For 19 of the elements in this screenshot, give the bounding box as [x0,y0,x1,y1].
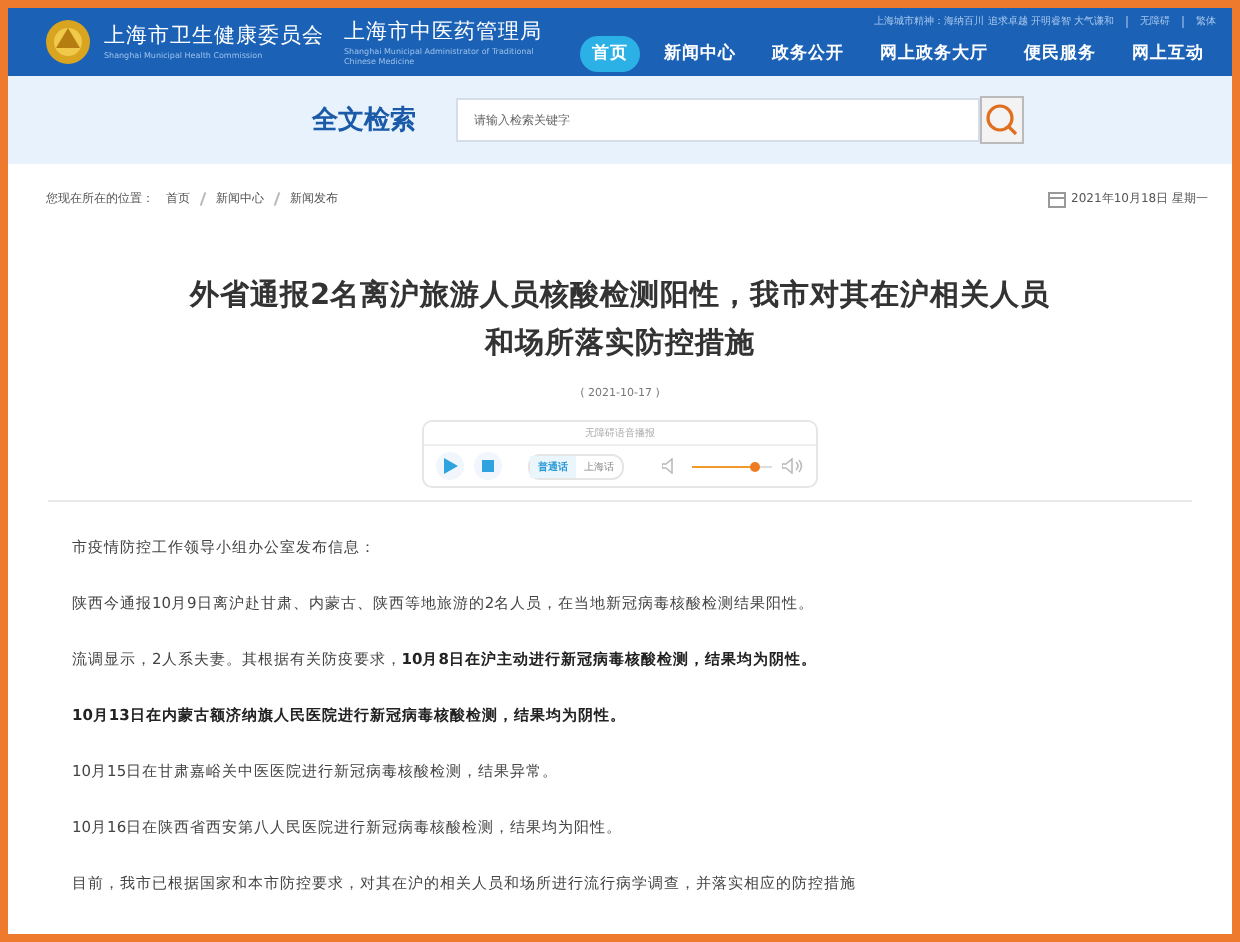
site-title: 上海市卫生健康委员会 [104,24,324,50]
stop-button[interactable] [474,452,502,480]
volume-high-icon [782,458,804,474]
emblem-icon [44,18,92,66]
article-title: 和场所落实防控措施 [485,325,755,364]
calendar-icon [1047,189,1066,207]
nav-tab[interactable]: 网上政务大厅 [868,36,1000,72]
volume-low-icon [662,458,678,474]
search-button[interactable] [980,96,1024,144]
site-title: 上海市中医药管理局 [344,19,542,45]
nav-tab[interactable]: 网上互动 [1120,36,1216,72]
nav-tab[interactable]: 便民服务 [1012,36,1108,72]
play-button[interactable] [436,452,464,480]
article-title: 外省通报2名离沪旅游人员核酸检测阳性，我市对其在沪相关人员 [189,276,1051,316]
stop-icon [482,460,494,472]
nav-tab[interactable]: 政务公开 [760,36,856,72]
search-title: 全文检索 [312,103,418,138]
play-icon [443,458,457,474]
nav-tab[interactable]: 新闻中心 [652,36,748,72]
